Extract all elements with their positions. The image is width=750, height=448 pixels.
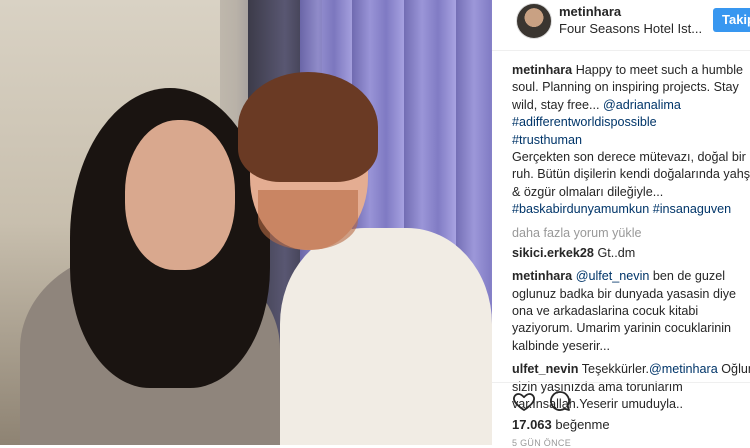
hashtag-link[interactable]: #adifferentworldispossible — [512, 114, 750, 131]
comment-text: ona ve arkadaslarina cocuk kitabi — [512, 304, 699, 319]
likes-label: beğenme — [555, 417, 610, 432]
post-side-panel: metinhara Four Seasons Hotel Ist... Taki… — [492, 0, 750, 448]
mention-link[interactable]: @metinhara — [649, 362, 718, 376]
heart-icon[interactable] — [512, 389, 536, 413]
caption-text: Happy to meet such a humble — [575, 63, 744, 77]
likes-number: 17.063 — [512, 417, 552, 432]
post-time: 5 GÜN ÖNCE — [512, 438, 572, 448]
mention-link[interactable]: @ulfet_nevin — [576, 269, 650, 283]
post-header: metinhara Four Seasons Hotel Ist... Taki… — [492, 0, 750, 51]
person-left-face — [125, 120, 235, 270]
comment-item: sikici.erkek28 Gt..dm — [512, 245, 750, 262]
comment-text: yaziyorum. Umarim yarinin cocuklarinin — [512, 321, 732, 336]
divider — [492, 382, 750, 383]
header-username[interactable]: metinhara — [559, 4, 621, 19]
caption-line: #baskabirdunyamumkun #insanaguven — [512, 201, 750, 218]
comment-icon[interactable] — [548, 389, 572, 413]
person-right-beard — [258, 190, 358, 250]
caption-line: & özgür olmaları dileğiyle... — [512, 184, 664, 199]
comment-text: ben de guzel — [652, 269, 726, 284]
post-photo[interactable] — [0, 0, 492, 445]
comment-text: Gt..dm — [597, 245, 636, 260]
person-right-body — [280, 228, 492, 445]
comment-item: ulfet_nevin Teşekkürler.@metinhara Oğlum — [512, 361, 750, 378]
comment-item: metinhara @ulfet_nevin ben de guzel — [512, 268, 750, 285]
hashtag-link[interactable]: #baskabirdunyamumkun — [512, 202, 649, 216]
caption-username[interactable]: metinhara — [512, 63, 572, 77]
comment-username[interactable]: metinhara — [512, 269, 572, 283]
comment-text: Oğlum — [721, 362, 750, 377]
load-more-comments[interactable]: daha fazla yorum yükle — [512, 225, 750, 242]
hashtag-link[interactable]: #trusthuman — [512, 132, 750, 149]
avatar[interactable] — [516, 3, 552, 39]
likes-count[interactable]: 17.063 beğenme — [512, 417, 610, 432]
person-right-hair — [238, 72, 378, 182]
follow-button[interactable]: Takip — [713, 8, 750, 32]
comment-username[interactable]: ulfet_nevin — [512, 362, 578, 376]
caption-text: wild, stay free... — [512, 97, 600, 112]
comment-text: kalbinde yeserir... — [512, 338, 611, 353]
comment-text: Teşekkürler. — [581, 362, 649, 377]
caption-line: ruh. Bütün dişilerin kendi doğalarında y… — [512, 167, 750, 182]
caption-line: metinhara Happy to meet such a humble — [512, 62, 750, 79]
hashtag-link[interactable]: #insanaguven — [653, 202, 731, 216]
mention-link[interactable]: @adrianalima — [603, 98, 681, 112]
comments-list: metinhara Happy to meet such a humble so… — [512, 62, 750, 413]
header-location[interactable]: Four Seasons Hotel Ist... — [559, 21, 702, 36]
comment-username[interactable]: sikici.erkek28 — [512, 246, 594, 260]
caption-line: Gerçekten son derece mütevazı, doğal bir — [512, 149, 746, 164]
caption-line: soul. Planning on inspiring projects. St… — [512, 80, 739, 95]
caption-line: wild, stay free... @adrianalima — [512, 97, 750, 114]
comment-text: oglunuz badka bir dunyada yasasin diye — [512, 286, 737, 301]
